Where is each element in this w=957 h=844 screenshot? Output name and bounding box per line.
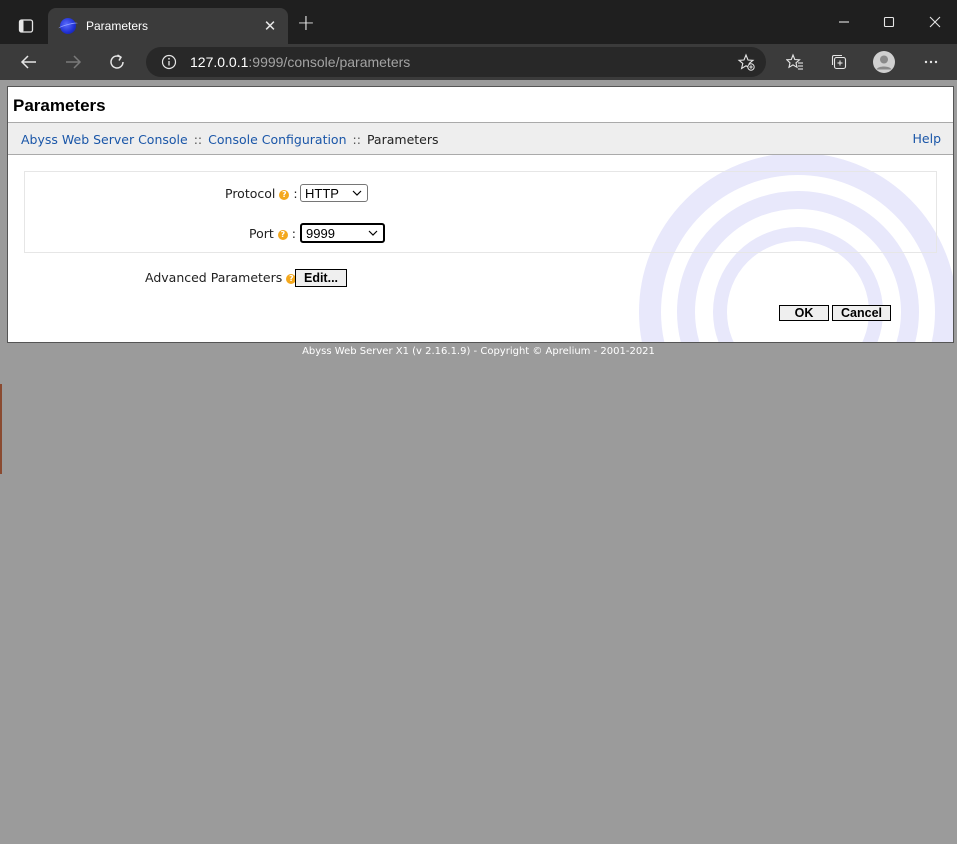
profile-icon[interactable] xyxy=(870,48,898,76)
port-label: Port xyxy=(249,226,274,241)
protocol-value: HTTP xyxy=(305,185,339,201)
plus-icon[interactable]: + xyxy=(294,13,318,37)
edit-advanced-parameters-button[interactable]: Edit... xyxy=(295,269,347,287)
parameters-panel: Parameters Abyss Web Server Console:: Con… xyxy=(7,86,954,343)
breadcrumb: Abyss Web Server Console:: Console Config… xyxy=(8,122,953,155)
protocol-select[interactable]: HTTP xyxy=(300,184,368,202)
colon: : xyxy=(291,226,296,241)
page-title: Parameters xyxy=(13,96,106,115)
favorites-icon[interactable] xyxy=(781,48,809,76)
close-icon[interactable]: ✕ xyxy=(258,17,282,35)
help-link[interactable]: Help xyxy=(913,131,942,146)
advanced-parameters-label: Advanced Parameters xyxy=(145,270,283,285)
collections-icon[interactable] xyxy=(825,48,853,76)
abyss-favicon xyxy=(60,18,76,34)
back-arrow-icon[interactable] xyxy=(15,48,43,76)
tab-title: Parameters xyxy=(86,19,149,33)
refresh-icon[interactable] xyxy=(103,48,131,76)
breadcrumb-current: Parameters xyxy=(366,132,439,147)
chevron-down-icon xyxy=(350,190,364,196)
desktop-edge xyxy=(0,384,2,474)
footer-copyright: Abyss Web Server X1 (v 2.16.1.9) - Copyr… xyxy=(302,346,655,357)
protocol-label: Protocol xyxy=(225,186,276,201)
info-icon[interactable] xyxy=(158,54,180,70)
url-text: 127.0.0.1:9999/console/parameters xyxy=(190,54,411,70)
more-icon[interactable] xyxy=(917,48,945,76)
browser-toolbar: 127.0.0.1:9999/console/parameters xyxy=(0,44,957,80)
maximize-icon[interactable] xyxy=(876,12,902,32)
protocol-field-label: Protocol?: xyxy=(225,186,298,201)
cancel-button[interactable]: Cancel xyxy=(832,305,891,321)
advanced-parameters-field-label: Advanced Parameters?: xyxy=(145,270,304,285)
colon: : xyxy=(293,186,298,201)
tab-actions-icon[interactable] xyxy=(12,13,40,39)
breadcrumb-separator: :: xyxy=(352,132,361,147)
port-field-label: Port?: xyxy=(249,226,296,241)
minimize-icon[interactable] xyxy=(831,12,857,32)
help-icon[interactable]: ? xyxy=(277,230,288,240)
breadcrumb-link-console-configuration[interactable]: Console Configuration xyxy=(208,132,346,147)
add-favorite-icon[interactable] xyxy=(734,50,758,74)
address-bar[interactable]: 127.0.0.1:9999/console/parameters xyxy=(146,47,766,77)
browser-titlebar: Parameters ✕ + xyxy=(0,0,957,44)
window-close-icon[interactable] xyxy=(922,12,948,32)
port-value: 9999 xyxy=(306,225,335,241)
browser-tab[interactable]: Parameters ✕ xyxy=(48,8,288,44)
help-icon[interactable]: ? xyxy=(279,190,290,200)
port-select[interactable]: 9999 xyxy=(300,223,385,243)
forward-arrow-icon[interactable] xyxy=(59,48,87,76)
chevron-down-icon xyxy=(366,230,380,236)
breadcrumb-separator: :: xyxy=(193,132,203,147)
ok-button[interactable]: OK xyxy=(779,305,829,321)
breadcrumb-link-console[interactable]: Abyss Web Server Console xyxy=(21,132,188,147)
form-section xyxy=(24,171,937,253)
